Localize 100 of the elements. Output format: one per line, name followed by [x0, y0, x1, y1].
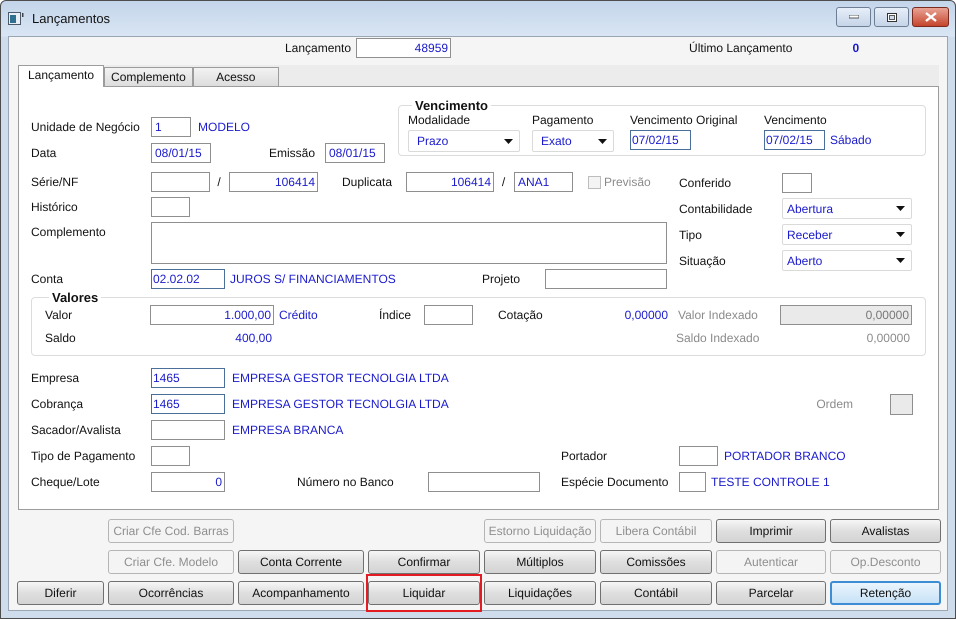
company-field[interactable]: 1465 [151, 368, 225, 388]
drawer-field[interactable] [151, 420, 225, 440]
check-batch-field[interactable]: 0 [151, 472, 225, 492]
company-name: EMPRESA GESTOR TECNOLGIA LTDA [232, 371, 449, 385]
duplicate-field[interactable]: 106414 [406, 172, 494, 192]
field-label: Empresa [31, 371, 80, 385]
type-dropdown[interactable]: Receber [782, 224, 912, 245]
last-entry-value: 0 [852, 41, 860, 55]
lancamento-field[interactable]: 48959 [356, 38, 452, 58]
field-label: Cotação [498, 308, 544, 322]
weekday-text: Sábado [830, 133, 872, 147]
field-label: Valor [45, 308, 74, 322]
field-label: Pagamento [532, 113, 594, 127]
business-unit-name: MODELO [198, 120, 250, 134]
action-button[interactable]: Diferir [17, 581, 104, 605]
field-label: Sacador/Avalista [31, 423, 122, 437]
action-button[interactable]: Ocorrências [108, 581, 234, 605]
field-label: Espécie Documento [561, 475, 670, 489]
field-label: Vencimento [764, 113, 828, 127]
date-field[interactable]: 08/01/15 [151, 143, 211, 163]
field-label: Tipo [679, 228, 703, 242]
complement-textarea[interactable] [151, 222, 667, 264]
bearer-field[interactable] [679, 446, 718, 466]
bearer-name: PORTADOR BRANCO [724, 449, 846, 463]
payment-type-field[interactable] [151, 446, 190, 466]
separator-text: / [216, 175, 222, 189]
original-due-date-field[interactable]: 07/02/15 [630, 130, 691, 150]
field-label: Histórico [31, 200, 79, 214]
accounting-dropdown[interactable]: Abertura [782, 198, 912, 219]
action-button[interactable]: Contábil [600, 581, 712, 605]
field-label: Valor Indexado [678, 308, 759, 322]
tab[interactable]: Acesso [192, 67, 279, 86]
billing-field[interactable]: 1465 [151, 394, 225, 414]
document-type-name: TESTE CONTROLE 1 [711, 475, 830, 489]
field-label: Conta [31, 272, 64, 286]
action-button[interactable]: Liquidações [484, 581, 596, 605]
maximize-button[interactable] [874, 7, 909, 27]
tab[interactable]: Lançamento [18, 65, 104, 87]
field-label: Tipo de Pagamento [31, 449, 136, 463]
issue-date-field[interactable]: 08/01/15 [325, 143, 385, 163]
caret-icon [896, 206, 905, 211]
action-button[interactable]: Conta Corrente [238, 550, 364, 574]
field-label: Data [31, 146, 58, 160]
document-type-field[interactable] [679, 472, 706, 492]
field-label: Vencimento Original [630, 113, 738, 127]
action-button[interactable]: Retenção [830, 581, 941, 605]
field-label: Unidade de Negócio [31, 120, 141, 134]
action-button[interactable]: Liquidar [368, 581, 480, 605]
billing-company-name: EMPRESA GESTOR TECNOLGIA LTDA [232, 397, 449, 411]
field-label: Conferido [679, 176, 732, 190]
history-field[interactable] [151, 197, 190, 217]
field-label: Projeto [482, 272, 522, 286]
balance-value: 400,00 [234, 331, 272, 345]
caret-icon [504, 138, 513, 144]
close-button[interactable] [912, 7, 949, 27]
action-button[interactable]: Confirmar [368, 550, 480, 574]
project-field[interactable] [545, 269, 667, 289]
payment-dropdown[interactable]: Exato [532, 130, 614, 152]
amount-type-text: Crédito [279, 308, 319, 322]
separator-text: / [500, 175, 506, 189]
action-button[interactable]: Parcelar [716, 581, 826, 605]
caret-icon [896, 258, 905, 263]
minimize-icon [848, 15, 858, 19]
caret-icon [598, 138, 607, 144]
field-label: Ordem [816, 397, 853, 411]
close-icon [924, 12, 936, 22]
field-label: Cheque/Lote [31, 475, 101, 489]
amount-field[interactable]: 1.000,00 [150, 305, 274, 325]
field-label: Último Lançamento [689, 41, 792, 55]
modality-dropdown[interactable]: Prazo [408, 130, 520, 152]
field-label: Índice [379, 308, 412, 322]
caret-icon [896, 232, 905, 237]
checked-by-field[interactable] [782, 172, 812, 192]
maximize-icon [886, 12, 896, 22]
account-field[interactable]: 02.02.02 [151, 269, 225, 289]
status-dropdown[interactable]: Aberto [782, 250, 912, 271]
duplicate-suffix-field[interactable]: ANA1 [514, 172, 573, 192]
index-field[interactable] [424, 305, 473, 325]
tab[interactable]: Complemento [104, 67, 193, 86]
business-unit-field[interactable]: 1 [151, 117, 191, 137]
field-label: Saldo Indexado [676, 331, 760, 345]
field-label: Série/NF [31, 175, 80, 189]
field-label: Situação [679, 254, 727, 268]
field-label: Saldo [45, 331, 77, 345]
bank-number-field[interactable] [428, 472, 540, 492]
account-name: JUROS S/ FINANCIAMENTOS [230, 272, 397, 286]
due-date-field[interactable]: 07/02/15 [764, 130, 825, 150]
action-button[interactable]: Comissões [600, 550, 712, 574]
action-button[interactable]: Imprimir [716, 519, 826, 543]
series-field[interactable] [151, 172, 210, 192]
drawer-name: EMPRESA BRANCA [232, 423, 344, 437]
action-button[interactable]: Acompanhamento [238, 581, 364, 605]
minimize-button[interactable] [836, 7, 871, 27]
group-title: Valores [51, 290, 100, 305]
action-button[interactable]: Avalistas [830, 519, 941, 543]
field-label: Emissão [269, 146, 316, 160]
quote-value: 0,00000 [624, 308, 668, 322]
field-label: Duplicata [342, 175, 394, 189]
action-button[interactable]: Múltiplos [484, 550, 596, 574]
invoice-number-field[interactable]: 106414 [229, 172, 318, 192]
